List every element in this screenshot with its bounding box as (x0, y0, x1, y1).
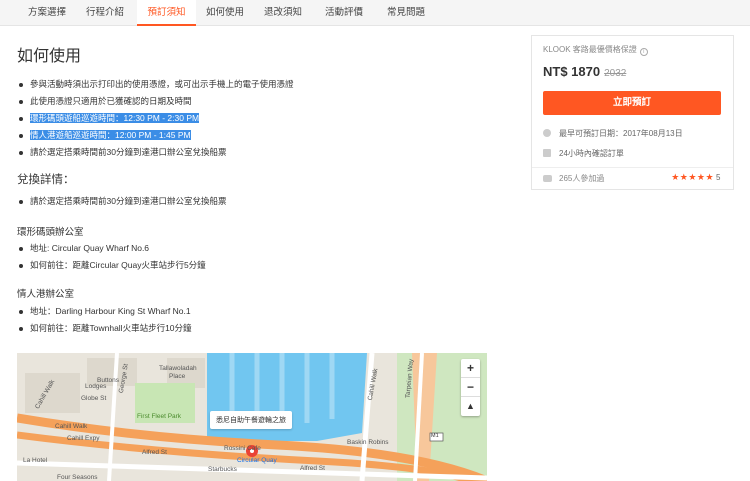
selected-text: 環形碼頭遊船巡遊時間：12:30 PM - 2:30 PM (30, 113, 200, 123)
tab-bar: 方案選擇 行程介紹 預訂須知 如何使用 退改須知 活動評價 常見問題 (0, 0, 750, 26)
tab-cancellation[interactable]: 退改須知 (258, 0, 308, 26)
map-label: Circular Quay (237, 457, 277, 464)
people-icon (543, 175, 552, 182)
page-title: 如何使用 (17, 48, 82, 65)
exchange-list: 請於選定搭乘時間前30分鐘到達港口辦公室兌換船票 (18, 193, 226, 210)
usage-list: 參與活動時須出示打印出的使用憑證，或可出示手機上的電子使用憑證 此使用憑證只適用… (18, 76, 294, 161)
clock-icon (543, 129, 551, 137)
main-content: 如何使用 參與活動時須出示打印出的使用憑證，或可出示手機上的電子使用憑證 此使用… (0, 26, 520, 481)
map-label: Tallawoladah (159, 365, 197, 372)
price: NT$ 1870 2032 (543, 64, 627, 79)
map-label: Baskin Robins (347, 439, 389, 446)
rating-stars: ★★★★★ 5 (671, 172, 721, 182)
tab-plan-selection[interactable]: 方案選擇 (22, 0, 72, 26)
map-label: Four Seasons (57, 474, 98, 481)
office2-list: 地址：Darling Harbour King St Wharf No.1 如何… (18, 303, 192, 337)
location-map[interactable]: George St Tallawoladah Place Buttons Lod… (17, 353, 487, 481)
map-label: Cahill Walk (55, 423, 88, 430)
tab-how-to-use[interactable]: 如何使用 (200, 0, 250, 26)
participants: 265人參加過 (543, 173, 604, 184)
list-item: 此使用憑證只適用於已獲確認的日期及時間 (18, 93, 294, 110)
info-icon[interactable]: i (639, 48, 648, 56)
list-item: 地址: Circular Quay Wharf No.6 (18, 240, 206, 257)
map-label: Rossini Cafe (224, 445, 261, 452)
confirm-info: 24小時內確認訂單 (543, 148, 624, 159)
map-label: Alfred St (142, 449, 167, 456)
map-label: First Fleet Park (137, 413, 182, 420)
map-controls: + − ▲ (461, 359, 480, 416)
zoom-in-button[interactable]: + (461, 359, 480, 378)
map-label: Cahill Expy (67, 435, 100, 442)
selected-text: 情人港遊船巡遊時間：12:00 PM - 1:45 PM (30, 130, 191, 140)
list-item: 地址：Darling Harbour King St Wharf No.1 (18, 303, 192, 320)
map-label: Alfred St (300, 465, 325, 472)
list-item: 環形碼頭遊船巡遊時間：12:30 PM - 2:30 PM (18, 110, 294, 127)
tab-faq[interactable]: 常見問題 (381, 0, 431, 26)
map-label: Lodges (85, 383, 107, 390)
office1-list: 地址: Circular Quay Wharf No.6 如何前往：距離Circ… (18, 240, 206, 274)
office2-heading: 情人港辦公室 (17, 289, 75, 300)
tab-booking-notes[interactable]: 預訂須知 (137, 0, 196, 26)
map-label: Globe St (81, 395, 107, 402)
list-item: 請於選定搭乘時間前30分鐘到達港口辦公室兌換船票 (18, 193, 226, 210)
list-item: 情人港遊船巡遊時間：12:00 PM - 1:45 PM (18, 127, 294, 144)
compass-button[interactable]: ▲ (461, 397, 480, 416)
map-label: Starbucks (208, 466, 237, 473)
tab-reviews[interactable]: 活動評價 (319, 0, 369, 26)
list-item: 如何前往：距離Townhall火車站步行10分鐘 (18, 320, 192, 337)
tab-itinerary[interactable]: 行程介紹 (80, 0, 130, 26)
rating-value: 5 (716, 173, 721, 182)
price-guarantee: KLOOK 客路最優價格保證 i (543, 44, 648, 56)
map-tooltip: 悉尼自助午餐遊輪之旅 (210, 411, 292, 429)
map-label: La Hotel (23, 457, 48, 464)
original-price: 2032 (604, 68, 627, 79)
office1-heading: 環形碼頭辦公室 (17, 227, 84, 238)
list-item: 參與活動時須出示打印出的使用憑證，或可出示手機上的電子使用憑證 (18, 76, 294, 93)
list-item: 如何前往：距離Circular Quay火車站步行5分鐘 (18, 257, 206, 274)
zoom-out-button[interactable]: − (461, 378, 480, 397)
divider (532, 167, 733, 168)
book-now-button[interactable]: 立即預訂 (543, 91, 721, 115)
earliest-date: 最早可預訂日期：2017年08月13日 (543, 128, 683, 139)
map-label: Place (169, 373, 186, 380)
booking-panel: KLOOK 客路最優價格保證 i NT$ 1870 2032 立即預訂 最早可預訂日… (531, 35, 734, 190)
document-icon (543, 149, 551, 157)
exchange-heading: 兌換詳情： (17, 174, 75, 186)
list-item: 請於選定搭乘時間前30分鐘到達港口辦公室兌換船票 (18, 144, 294, 161)
map-label: M1 (431, 433, 439, 439)
